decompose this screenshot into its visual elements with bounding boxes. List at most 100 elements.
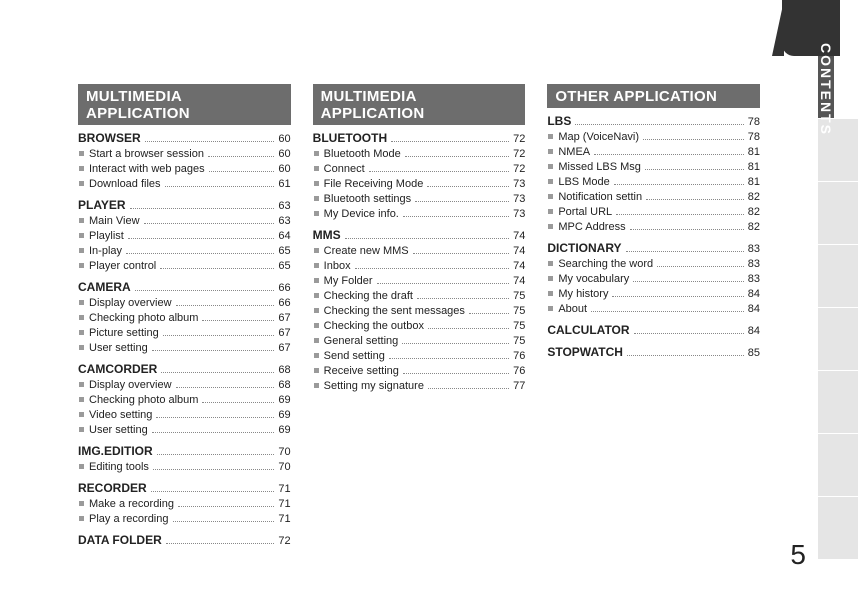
- toc-item[interactable]: Bluetooth settings73: [313, 192, 526, 207]
- toc-item[interactable]: User setting69: [78, 423, 291, 438]
- toc-heading[interactable]: BLUETOOTH72: [313, 131, 526, 147]
- toc-item[interactable]: Create new MMS74: [313, 244, 526, 259]
- leader-dots: [166, 543, 275, 544]
- toc-item[interactable]: Portal URL82: [547, 205, 760, 220]
- toc-item-page: 67: [278, 311, 290, 326]
- toc-item-label: Editing tools: [89, 460, 149, 475]
- toc-item[interactable]: NMEA81: [547, 145, 760, 160]
- side-tab-6[interactable]: [818, 371, 858, 434]
- side-tab-contents[interactable]: CONTENTS: [818, 56, 834, 119]
- toc-heading-label: BROWSER: [78, 131, 141, 146]
- toc-item[interactable]: Connect72: [313, 162, 526, 177]
- toc-heading-page: 74: [513, 229, 525, 244]
- toc-item[interactable]: User setting67: [78, 341, 291, 356]
- toc-item[interactable]: My Device info.73: [313, 207, 526, 222]
- toc-heading[interactable]: IMG.EDITIOR70: [78, 444, 291, 460]
- toc-item[interactable]: Checking photo album69: [78, 393, 291, 408]
- toc-item[interactable]: Main View63: [78, 214, 291, 229]
- toc-item[interactable]: My history84: [547, 287, 760, 302]
- toc-item[interactable]: Display overview68: [78, 378, 291, 393]
- bullet-icon: [79, 300, 84, 305]
- leader-dots: [208, 156, 274, 157]
- side-tab-8[interactable]: [818, 497, 858, 560]
- toc-heading-page: 78: [748, 115, 760, 130]
- side-tab-7[interactable]: [818, 434, 858, 497]
- leader-dots: [417, 298, 509, 299]
- side-tab-3[interactable]: [818, 182, 858, 245]
- toc-item-page: 83: [748, 257, 760, 272]
- side-tab-5[interactable]: [818, 308, 858, 371]
- toc-item[interactable]: Map (VoiceNavi)78: [547, 130, 760, 145]
- toc-item[interactable]: My Folder74: [313, 274, 526, 289]
- toc-item-page: 78: [748, 130, 760, 145]
- toc-item[interactable]: In-play65: [78, 244, 291, 259]
- toc-item[interactable]: Picture setting67: [78, 326, 291, 341]
- bullet-icon: [79, 248, 84, 253]
- toc-item[interactable]: Play a recording71: [78, 512, 291, 527]
- toc-item-label: Checking the outbox: [324, 319, 424, 334]
- toc-item[interactable]: Playlist64: [78, 229, 291, 244]
- toc-column: MULTIMEDIA APPLICATIONBROWSER60Start a b…: [78, 84, 291, 549]
- leader-dots: [176, 387, 275, 388]
- toc-item[interactable]: Notification settin82: [547, 190, 760, 205]
- toc-item-page: 75: [513, 289, 525, 304]
- toc-item[interactable]: Editing tools70: [78, 460, 291, 475]
- toc-item[interactable]: Inbox74: [313, 259, 526, 274]
- toc-item[interactable]: Display overview66: [78, 296, 291, 311]
- toc-heading[interactable]: CAMCORDER68: [78, 362, 291, 378]
- toc-item[interactable]: Setting my signature77: [313, 379, 526, 394]
- toc-item[interactable]: Make a recording71: [78, 497, 291, 512]
- leader-dots: [634, 333, 744, 334]
- toc-item[interactable]: Interact with web pages60: [78, 162, 291, 177]
- toc-item[interactable]: Searching the word 83: [547, 257, 760, 272]
- toc-heading-page: 71: [278, 482, 290, 497]
- toc-item-page: 72: [513, 162, 525, 177]
- toc-item[interactable]: General setting75: [313, 334, 526, 349]
- toc-item[interactable]: Checking photo album67: [78, 311, 291, 326]
- toc-heading-page: 70: [278, 445, 290, 460]
- bullet-icon: [548, 276, 553, 281]
- toc-heading[interactable]: STOPWATCH85: [547, 345, 760, 361]
- toc-heading-label: BLUETOOTH: [313, 131, 387, 146]
- toc-item-label: Searching the word: [558, 257, 653, 272]
- toc-heading[interactable]: CALCULATOR84: [547, 323, 760, 339]
- toc-item[interactable]: Checking the outbox75: [313, 319, 526, 334]
- toc-item[interactable]: Bluetooth Mode72: [313, 147, 526, 162]
- toc-item-label: MPC Address: [558, 220, 625, 235]
- toc-item[interactable]: Player control65: [78, 259, 291, 274]
- toc-heading[interactable]: RECORDER71: [78, 481, 291, 497]
- toc-heading-label: DATA FOLDER: [78, 533, 162, 548]
- leader-dots: [427, 186, 509, 187]
- side-tabs: CONTENTS: [818, 56, 858, 589]
- toc-heading[interactable]: MMS74: [313, 228, 526, 244]
- toc-item[interactable]: Receive setting76: [313, 364, 526, 379]
- toc-item[interactable]: MPC Address82: [547, 220, 760, 235]
- toc-heading[interactable]: DATA FOLDER 72: [78, 533, 291, 549]
- bullet-icon: [314, 368, 319, 373]
- leader-dots: [202, 402, 274, 403]
- toc-item[interactable]: File Receiving Mode73: [313, 177, 526, 192]
- side-tab-4[interactable]: [818, 245, 858, 308]
- toc-item-page: 60: [278, 162, 290, 177]
- bullet-icon: [548, 306, 553, 311]
- toc-heading-page: 72: [278, 534, 290, 549]
- toc-item-page: 69: [278, 408, 290, 423]
- toc-item[interactable]: LBS Mode81: [547, 175, 760, 190]
- toc-heading[interactable]: PLAYER63: [78, 198, 291, 214]
- toc-item[interactable]: Video setting69: [78, 408, 291, 423]
- toc-item[interactable]: Checking the sent messages75: [313, 304, 526, 319]
- toc-item[interactable]: My vocabulary83: [547, 272, 760, 287]
- toc-heading[interactable]: DICTIONARY83: [547, 241, 760, 257]
- toc-item[interactable]: About84: [547, 302, 760, 317]
- toc-item[interactable]: Download files61: [78, 177, 291, 192]
- toc-heading-label: STOPWATCH: [547, 345, 623, 360]
- toc-heading[interactable]: BROWSER60: [78, 131, 291, 147]
- toc-item[interactable]: Missed LBS Msg81: [547, 160, 760, 175]
- toc-item[interactable]: Send setting76: [313, 349, 526, 364]
- toc-heading[interactable]: CAMERA66: [78, 280, 291, 296]
- toc-heading[interactable]: LBS78: [547, 114, 760, 130]
- toc-item[interactable]: Start a browser session60: [78, 147, 291, 162]
- toc-item[interactable]: Checking the draft75: [313, 289, 526, 304]
- leader-dots: [627, 355, 744, 356]
- leader-dots: [614, 184, 744, 185]
